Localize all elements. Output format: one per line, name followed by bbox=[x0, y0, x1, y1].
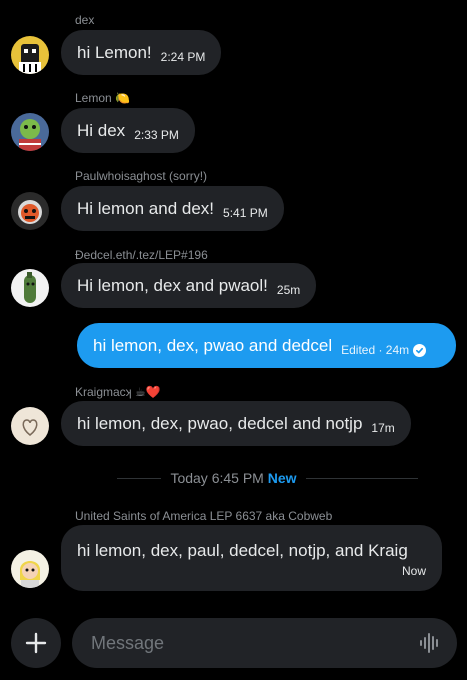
message-time: 25m bbox=[276, 283, 301, 297]
message-time: 17m bbox=[371, 421, 395, 435]
message-composer: Message bbox=[0, 616, 467, 672]
avatar[interactable] bbox=[11, 36, 49, 74]
message-time: 2:33 PM bbox=[134, 128, 179, 142]
message-text: hi lemon, dex, pwao and dedcel bbox=[93, 335, 333, 355]
message-time: 2:24 PM bbox=[160, 50, 206, 64]
message-text: Hi dex bbox=[77, 120, 126, 140]
message-time: 5:41 PM bbox=[223, 206, 268, 220]
sender-name: Paulwhoisaghost (sorry!) bbox=[75, 169, 208, 183]
message-text: Hi lemon and dex! bbox=[77, 198, 215, 218]
avatar[interactable] bbox=[11, 407, 49, 445]
sender-name: Kraigmacʞ ☕❤️ bbox=[75, 385, 161, 399]
message-placeholder: Message bbox=[91, 632, 165, 653]
new-badge: New bbox=[267, 470, 297, 486]
divider-time: Today 6:45 PM bbox=[170, 470, 264, 486]
message-text: hi Lemon! bbox=[77, 42, 152, 62]
own-message-bubble[interactable]: hi lemon, dex, pwao and dedcel Edited · … bbox=[77, 323, 456, 368]
avatar[interactable] bbox=[11, 550, 49, 588]
message-status: Edited · 24m bbox=[341, 343, 410, 357]
message-input[interactable]: Message bbox=[72, 618, 457, 668]
message-bubble[interactable]: Hi dex 2:33 PM bbox=[61, 108, 195, 153]
message-bubble[interactable]: hi Lemon! 2:24 PM bbox=[61, 30, 222, 75]
message-bubble[interactable]: hi lemon, dex, paul, dedcel, notjp, and … bbox=[61, 525, 442, 591]
avatar[interactable] bbox=[11, 113, 49, 151]
sender-name: Lemon 🍋 bbox=[75, 91, 130, 105]
check-circle-icon bbox=[413, 343, 427, 357]
sender-name: dex bbox=[75, 13, 95, 27]
avatar[interactable] bbox=[11, 269, 49, 307]
sender-name: Ðedcel.eth/.tez/LEP#196 bbox=[75, 248, 208, 262]
message-text: Hi lemon, dex and pwaol! bbox=[77, 275, 268, 295]
voice-waveform-icon[interactable] bbox=[419, 633, 441, 653]
sender-name: United Saints of America LEP 6637 aka Co… bbox=[75, 509, 333, 523]
plus-icon bbox=[25, 632, 47, 654]
message-text: hi lemon, dex, paul, dedcel, notjp, and … bbox=[77, 540, 408, 560]
message-bubble[interactable]: hi lemon, dex, pwao, dedcel and notjp 17… bbox=[61, 401, 411, 446]
message-bubble[interactable]: Hi lemon, dex and pwaol! 25m bbox=[61, 263, 317, 308]
message-text: hi lemon, dex, pwao, dedcel and notjp bbox=[77, 413, 363, 433]
avatar[interactable] bbox=[11, 192, 49, 230]
new-messages-divider: Today 6:45 PM New bbox=[0, 468, 467, 488]
message-bubble[interactable]: Hi lemon and dex! 5:41 PM bbox=[61, 186, 284, 231]
message-time: Now bbox=[401, 563, 426, 578]
add-button[interactable] bbox=[11, 618, 61, 668]
